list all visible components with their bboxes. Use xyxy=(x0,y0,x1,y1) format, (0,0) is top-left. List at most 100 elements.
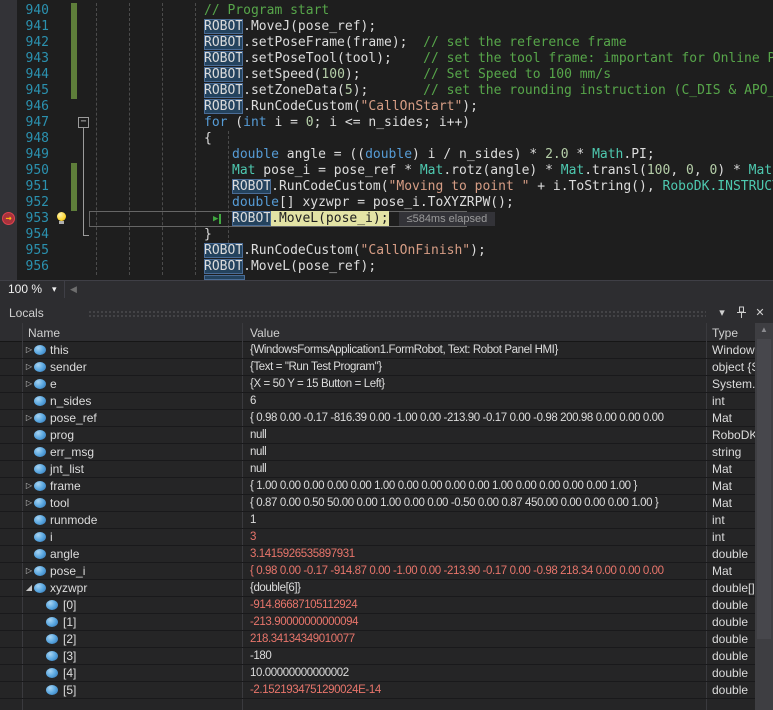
column-header-type[interactable]: Type xyxy=(712,325,738,341)
drag-grip[interactable] xyxy=(88,310,706,318)
locals-row[interactable]: ▷pose_i{ 0.98 0.00 -0.17 -914.87 0.00 -1… xyxy=(0,563,755,580)
code-line[interactable]: 946ROBOT.RunCodeCustom("CallOnStart"); xyxy=(0,99,773,115)
code-text[interactable]: // Program start xyxy=(204,3,329,19)
scrollbar-thumb[interactable] xyxy=(757,339,771,639)
locals-row[interactable]: ◢xyzwpr{double[6]}double[] xyxy=(0,580,755,597)
code-text[interactable]: ROBOT.RunCodeCustom("CallOnStart"); xyxy=(204,99,478,115)
code-line[interactable]: 956ROBOT.MoveL(pose_ref); xyxy=(0,259,773,275)
code-line[interactable]: 949double angle = ((double) i / n_sides)… xyxy=(0,147,773,163)
local-value[interactable]: {WindowsFormsApplication1.FormRobot, Tex… xyxy=(250,342,704,358)
locals-row[interactable]: ▷this{WindowsFormsApplication1.FormRobot… xyxy=(0,342,755,359)
locals-row[interactable]: jnt_listnullMat xyxy=(0,461,755,478)
local-value[interactable]: { 0.98 0.00 -0.17 -914.87 0.00 -1.00 0.0… xyxy=(250,563,704,579)
local-value[interactable]: { 1.00 0.00 0.00 0.00 0.00 1.00 0.00 0.0… xyxy=(250,478,704,494)
code-line[interactable]: 948{ xyxy=(0,131,773,147)
code-line[interactable]: 955ROBOT.RunCodeCustom("CallOnFinish"); xyxy=(0,243,773,259)
expand-icon[interactable]: ▷ xyxy=(24,563,34,579)
local-value[interactable]: 6 xyxy=(250,393,704,409)
code-text[interactable]: ROBOT.setPoseFrame(frame); // set the re… xyxy=(204,35,627,51)
expand-icon[interactable]: ▷ xyxy=(24,495,34,511)
code-text[interactable]: ROBOT.setZoneData(5); // set the roundin… xyxy=(204,83,773,99)
local-value[interactable]: -914.86687105112924 xyxy=(250,597,704,613)
lightbulb-icon[interactable] xyxy=(56,212,67,225)
code-text[interactable]: double[] xyzwpr = pose_i.ToXYZRPW(); xyxy=(232,195,514,211)
column-header-value[interactable]: Value xyxy=(250,325,280,341)
locals-vertical-scrollbar[interactable]: ▲ xyxy=(755,323,773,710)
fold-collapse-icon[interactable]: − xyxy=(78,117,89,128)
code-editor[interactable]: 940// Program start941ROBOT.MoveJ(pose_r… xyxy=(0,0,773,280)
code-text[interactable]: ROBOT.MoveL(pose_i);≤584ms elapsed xyxy=(232,211,495,227)
hscroll-left-arrow-icon[interactable]: ◀ xyxy=(70,282,77,297)
locals-row[interactable]: n_sides6int xyxy=(0,393,755,410)
local-value[interactable]: {Text = "Run Test Program"} xyxy=(250,359,704,375)
locals-row[interactable]: [5]-2.1521934751290024E-14double xyxy=(0,682,755,699)
local-value[interactable]: {X = 50 Y = 15 Button = Left} xyxy=(250,376,704,392)
code-line[interactable]: 941ROBOT.MoveJ(pose_ref); xyxy=(0,19,773,35)
code-line[interactable]: ▶953ROBOT.MoveL(pose_i);≤584ms elapsed xyxy=(0,211,773,227)
expand-icon[interactable]: ▷ xyxy=(24,478,34,494)
locals-row[interactable]: angle3.1415926535897931double xyxy=(0,546,755,563)
locals-row[interactable]: ▷sender{Text = "Run Test Program"}object… xyxy=(0,359,755,376)
code-text[interactable]: } xyxy=(204,227,212,243)
code-text[interactable]: ROBOT.RunCodeCustom("Moving to point " +… xyxy=(232,179,773,195)
close-icon[interactable]: ✕ xyxy=(752,306,768,321)
local-value[interactable]: -180 xyxy=(250,648,704,664)
locals-row[interactable]: [1]-213.90000000000094double xyxy=(0,614,755,631)
column-header-name[interactable]: Name xyxy=(28,325,60,341)
local-value[interactable]: 3 xyxy=(250,529,704,545)
locals-titlebar[interactable]: Locals ▾ ✕ xyxy=(0,304,773,323)
locals-row[interactable]: [0]-914.86687105112924double xyxy=(0,597,755,614)
locals-row[interactable]: ▷e{X = 50 Y = 15 Button = Left}System.E xyxy=(0,376,755,393)
code-line[interactable]: 944ROBOT.setSpeed(100); // Set Speed to … xyxy=(0,67,773,83)
code-text[interactable]: ROBOT.setPoseTool(tool); // set the tool… xyxy=(204,51,773,67)
code-text[interactable]: Mat pose_i = pose_ref * Mat.rotz(angle) … xyxy=(232,163,773,179)
code-line[interactable]: 952double[] xyzwpr = pose_i.ToXYZRPW(); xyxy=(0,195,773,211)
local-value[interactable]: -213.90000000000094 xyxy=(250,614,704,630)
locals-row[interactable]: err_msgnullstring xyxy=(0,444,755,461)
locals-row[interactable]: [4]10.00000000000002double xyxy=(0,665,755,682)
code-text[interactable]: ROBOT.setSpeed(100); // Set Speed to 100… xyxy=(204,67,611,83)
code-line[interactable]: 950Mat pose_i = pose_ref * Mat.rotz(angl… xyxy=(0,163,773,179)
local-value[interactable]: -2.1521934751290024E-14 xyxy=(250,682,704,698)
scroll-up-icon[interactable]: ▲ xyxy=(755,325,773,334)
code-line[interactable]: 954} xyxy=(0,227,773,243)
code-text[interactable]: ROBOT.RunCodeCustom("CallOnFinish"); xyxy=(204,243,486,259)
code-line[interactable]: 942ROBOT.setPoseFrame(frame); // set the… xyxy=(0,35,773,51)
code-line[interactable]: 947for (int i = 0; i <= n_sides; i++) xyxy=(0,115,773,131)
locals-row[interactable]: ▷frame{ 1.00 0.00 0.00 0.00 0.00 1.00 0.… xyxy=(0,478,755,495)
local-value[interactable]: 1 xyxy=(250,512,704,528)
code-line[interactable]: 951ROBOT.RunCodeCustom("Moving to point … xyxy=(0,179,773,195)
code-line[interactable]: 945ROBOT.setZoneData(5); // set the roun… xyxy=(0,83,773,99)
locals-row[interactable]: [3]-180double xyxy=(0,648,755,665)
code-line[interactable]: 940// Program start xyxy=(0,3,773,19)
code-text[interactable]: ROBOT.MoveL(pose_ref); xyxy=(204,259,376,275)
locals-row[interactable]: i3int xyxy=(0,529,755,546)
local-value[interactable]: {double[6]} xyxy=(250,580,704,596)
local-value[interactable]: null xyxy=(250,461,704,477)
locals-row[interactable]: [2]218.34134349010077double xyxy=(0,631,755,648)
local-value[interactable]: 10.00000000000002 xyxy=(250,665,704,681)
expand-icon[interactable]: ▷ xyxy=(24,342,34,358)
locals-row[interactable]: prognullRoboDK. xyxy=(0,427,755,444)
zoom-dropdown-caret-icon[interactable]: ▾ xyxy=(52,282,57,297)
code-text[interactable]: ROBOT.MoveJ(pose_ref); xyxy=(204,19,376,35)
local-value[interactable]: 3.1415926535897931 xyxy=(250,546,704,562)
code-text[interactable]: for (int i = 0; i <= n_sides; i++) xyxy=(204,115,470,131)
code-line[interactable]: 943ROBOT.setPoseTool(tool); // set the t… xyxy=(0,51,773,67)
local-value[interactable]: null xyxy=(250,444,704,460)
expand-icon[interactable]: ▷ xyxy=(24,359,34,375)
collapse-icon[interactable]: ◢ xyxy=(24,580,34,596)
local-value[interactable]: null xyxy=(250,427,704,443)
locals-row[interactable]: runmode1int xyxy=(0,512,755,529)
code-text[interactable]: { xyxy=(204,131,212,147)
local-value[interactable]: 218.34134349010077 xyxy=(250,631,704,647)
expand-icon[interactable]: ▷ xyxy=(24,410,34,426)
pin-icon[interactable] xyxy=(733,306,749,324)
local-value[interactable]: { 0.87 0.00 0.50 50.00 0.00 1.00 0.00 0.… xyxy=(250,495,704,511)
window-position-icon[interactable]: ▾ xyxy=(714,306,730,321)
locals-row[interactable]: ▷tool{ 0.87 0.00 0.50 50.00 0.00 1.00 0.… xyxy=(0,495,755,512)
expand-icon[interactable]: ▷ xyxy=(24,376,34,392)
locals-row[interactable]: ▷pose_ref{ 0.98 0.00 -0.17 -816.39 0.00 … xyxy=(0,410,755,427)
zoom-level[interactable]: 100 % xyxy=(8,282,42,297)
run-to-click-icon[interactable]: ▶ xyxy=(213,211,221,227)
